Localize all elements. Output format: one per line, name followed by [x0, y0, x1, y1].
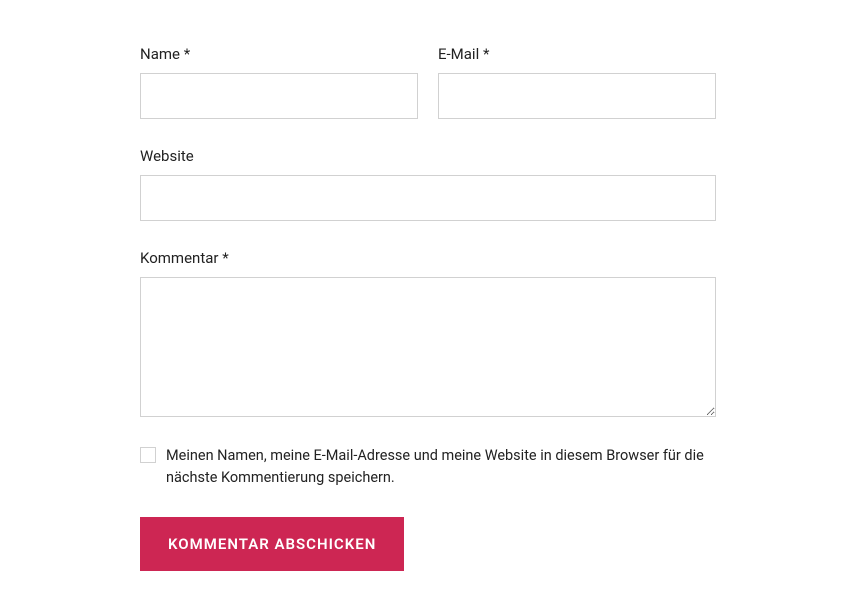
- submit-button[interactable]: Kommentar abschicken: [140, 517, 404, 571]
- save-info-checkbox[interactable]: [140, 447, 156, 463]
- name-label: Name *: [140, 45, 418, 63]
- required-mark: *: [483, 45, 489, 63]
- name-field-group: Name *: [140, 45, 418, 119]
- save-info-label[interactable]: Meinen Namen, meine E-Mail-Adresse und m…: [166, 445, 716, 489]
- website-field-group: Website: [140, 147, 716, 221]
- required-mark: *: [222, 249, 228, 267]
- save-info-row: Meinen Namen, meine E-Mail-Adresse und m…: [140, 445, 716, 489]
- comment-label: Kommentar *: [140, 249, 716, 267]
- name-input[interactable]: [140, 73, 418, 119]
- email-field-group: E-Mail *: [438, 45, 716, 119]
- comment-field-group: Kommentar *: [140, 249, 716, 417]
- comment-form: Name * E-Mail * Website Kommentar * Mein…: [140, 45, 716, 571]
- comment-textarea[interactable]: [140, 277, 716, 417]
- email-input[interactable]: [438, 73, 716, 119]
- required-mark: *: [184, 45, 190, 63]
- website-input[interactable]: [140, 175, 716, 221]
- website-label: Website: [140, 147, 716, 165]
- email-label: E-Mail *: [438, 45, 716, 63]
